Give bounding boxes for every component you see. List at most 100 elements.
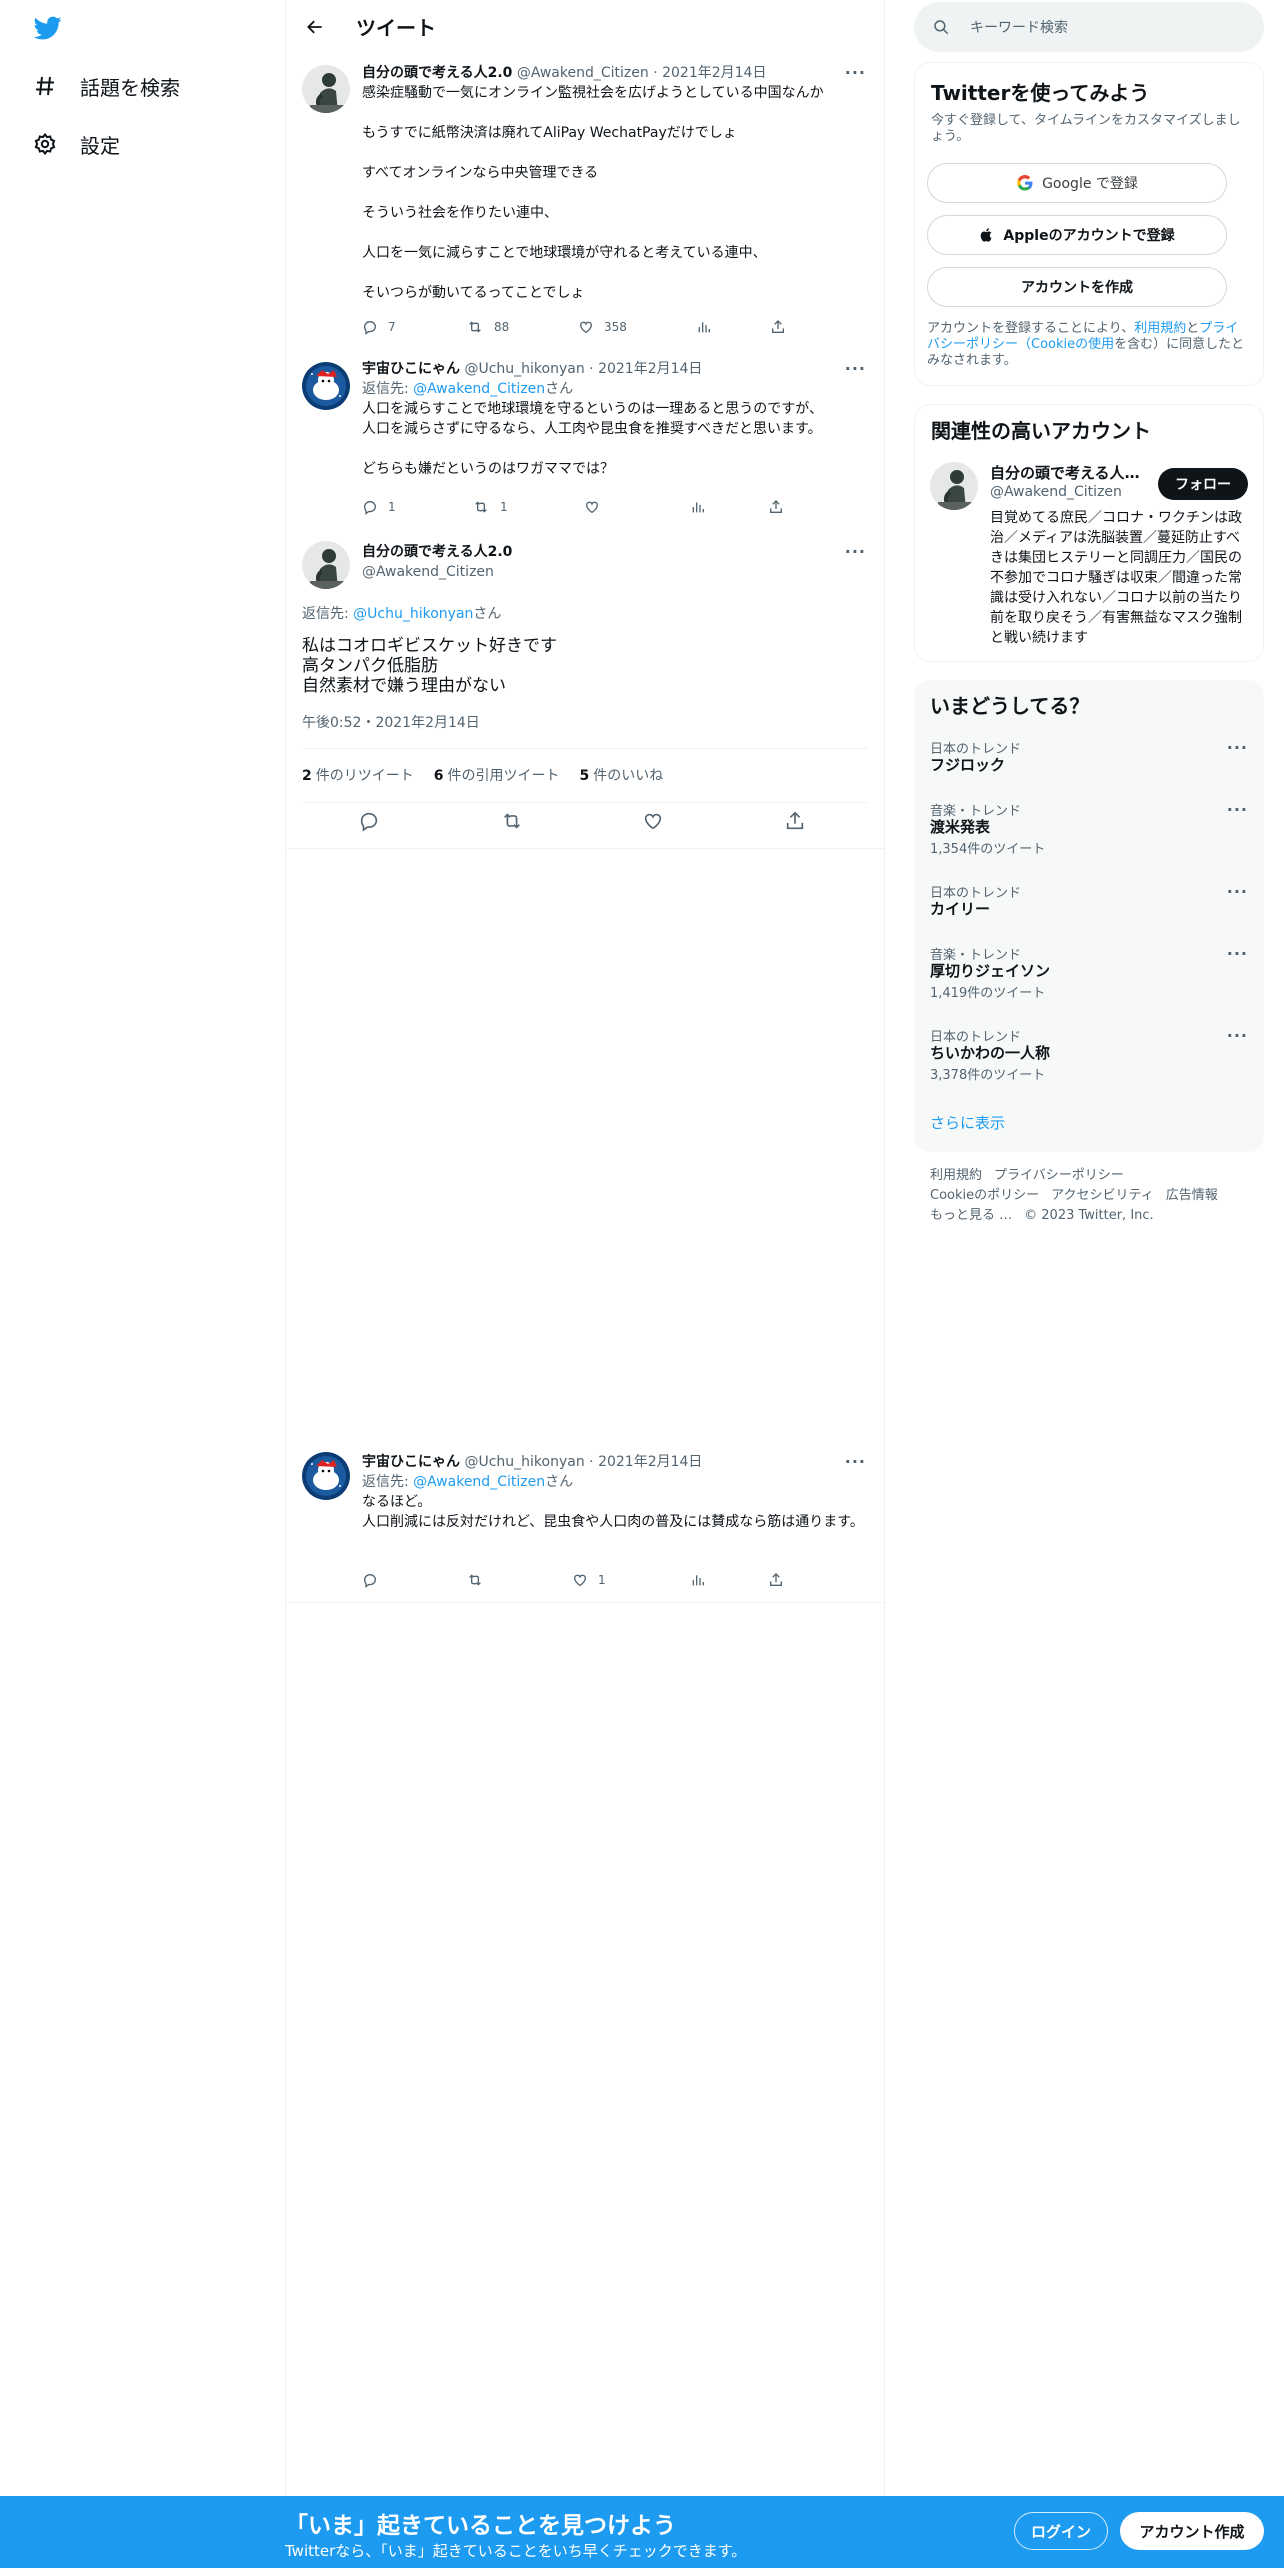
footer-terms[interactable]: 利用規約 (930, 1168, 982, 1183)
tweet-text: 人口を減らすことで地球環境を守るというのは一理あると思うのですが、 人口を減らさ… (362, 401, 824, 477)
retweet-count: 1 (500, 500, 508, 514)
user-handle[interactable]: @Awakend_Citizen (362, 562, 868, 582)
more-options-icon[interactable]: ··· (1227, 738, 1248, 757)
like-button[interactable]: 358 (578, 319, 627, 335)
footer-more[interactable]: もっと見る … (930, 1208, 1012, 1223)
user-handle[interactable]: @Uchu_hikonyan (464, 361, 584, 377)
follow-button[interactable]: フォロー (1158, 468, 1248, 500)
nav-settings[interactable]: 設定 (32, 124, 120, 164)
reply-button[interactable]: 7 (362, 319, 396, 335)
footer-accessibility[interactable]: アクセシビリティ (1051, 1188, 1154, 1203)
share-button[interactable] (770, 319, 796, 335)
share-button[interactable] (768, 1572, 794, 1588)
share-button[interactable] (768, 499, 794, 515)
footer-ads[interactable]: 広告情報 (1166, 1188, 1218, 1203)
tweet-content: 宇宙ひこにゃん @Uchu_hikonyan · 2021年2月14日 返信先:… (362, 1452, 868, 1532)
retweet-button[interactable] (466, 1572, 494, 1588)
tweet-stats: 2 件のリツイート 6 件の引用ツイート 5 件のいいね (302, 765, 683, 785)
retweet-button[interactable]: 88 (466, 319, 509, 335)
tweet-reply[interactable]: 宇宙ひこにゃん @Uchu_hikonyan · 2021年2月14日 返信先:… (286, 347, 884, 525)
avatar[interactable] (302, 541, 350, 589)
footer-cookies[interactable]: Cookieのポリシー (930, 1188, 1039, 1203)
reply-icon[interactable] (358, 810, 380, 836)
reply-icon (363, 320, 377, 335)
display-name[interactable]: 宇宙ひこにゃん (362, 1454, 460, 1470)
terms-link[interactable]: 利用規約 (1134, 321, 1186, 336)
more-options-icon[interactable]: ··· (1227, 800, 1248, 819)
tweet-date[interactable]: 2021年2月14日 (598, 361, 702, 377)
quote-stat[interactable]: 6 件の引用ツイート (434, 765, 560, 785)
retweet-icon[interactable] (500, 810, 524, 836)
tweet-header: 宇宙ひこにゃん @Uchu_hikonyan · 2021年2月14日 (362, 1454, 703, 1470)
tweet-content: 自分の頭で考える人2.0 @Awakend_Citizen · 2021年2月1… (362, 63, 868, 303)
google-signup-button[interactable]: Google で登録 (927, 163, 1227, 203)
gear-icon (32, 131, 58, 157)
tweet-text: 感染症騒動で一気にオンライン監視社会を広げようとしている中国なんか もうすでに紙… (362, 85, 824, 301)
reply-icon (363, 500, 377, 515)
apple-signup-button[interactable]: Appleのアカウントで登録 (927, 215, 1227, 255)
user-handle[interactable]: @Uchu_hikonyan (464, 1454, 584, 1470)
like-stat[interactable]: 5 件のいいね (580, 765, 664, 785)
create-account-button[interactable]: アカウントを作成 (927, 267, 1227, 307)
tweet-date[interactable]: 2021年2月14日 (598, 1454, 702, 1470)
avatar[interactable] (302, 65, 350, 113)
more-options-icon[interactable]: ··· (1227, 944, 1248, 963)
heart-icon (585, 501, 599, 514)
more-options-icon[interactable]: ··· (845, 1452, 866, 1471)
more-options-icon[interactable]: ··· (845, 542, 866, 561)
more-options-icon[interactable]: ··· (1227, 1026, 1248, 1045)
reply-button[interactable]: 1 (362, 499, 396, 515)
share-icon[interactable] (784, 810, 806, 836)
more-options-icon[interactable]: ··· (845, 63, 866, 82)
reply-button[interactable] (362, 1572, 388, 1588)
signup-card: Twitterを使ってみよう 今すぐ登録して、タイムラインをカスタマイズしましょ… (914, 62, 1264, 386)
avatar[interactable] (302, 1452, 350, 1500)
avatar[interactable] (930, 462, 978, 510)
nav-settings-label: 設定 (80, 133, 120, 158)
tweet-parent[interactable]: 自分の頭で考える人2.0 @Awakend_Citizen · 2021年2月1… (286, 53, 884, 347)
retweet-stat[interactable]: 2 件のリツイート (302, 765, 414, 785)
related-account-bio: 目覚めてる庶民／コロナ・ワクチンは政治／メディアは洗脳装置／蔓延防止すべきは集団… (990, 510, 1242, 646)
reply-to-line: 返信先: @Awakend_Citizenさん (362, 1474, 574, 1490)
like-button[interactable] (584, 499, 610, 515)
twitter-bird-icon[interactable] (32, 14, 64, 42)
back-arrow-icon[interactable] (298, 10, 332, 44)
signup-button[interactable]: アカウント作成 (1120, 2512, 1264, 2550)
footer-privacy[interactable]: プライバシーポリシー (994, 1168, 1124, 1183)
analytics-icon (698, 322, 710, 333)
login-button[interactable]: ログイン (1014, 2512, 1108, 2550)
nav-explore[interactable]: 話題を検索 (32, 66, 180, 106)
heart-icon (579, 321, 593, 334)
related-title: 関連性の高いアカウント (931, 419, 1151, 443)
avatar[interactable] (302, 362, 350, 410)
like-button[interactable]: 1 (572, 1572, 606, 1588)
search-box[interactable]: キーワード検索 (914, 2, 1264, 52)
display-name[interactable]: 自分の頭で考える人2.0 (362, 542, 868, 562)
more-options-icon[interactable]: ··· (845, 359, 866, 378)
reply-to-link[interactable]: @Uchu_hikonyan (353, 606, 473, 622)
like-count: 358 (604, 320, 627, 334)
user-handle[interactable]: @Awakend_Citizen (517, 65, 649, 81)
related-account-name[interactable]: 自分の頭で考える人2.0 (990, 462, 1140, 483)
tweet-reply[interactable]: 宇宙ひこにゃん @Uchu_hikonyan · 2021年2月14日 返信先:… (286, 1440, 884, 1602)
banner-subtitle: Twitterなら、「いま」起きていることをいち早くチェックできます。 (285, 2542, 747, 2560)
search-input[interactable]: キーワード検索 (970, 17, 1068, 37)
tweet-header: 宇宙ひこにゃん @Uchu_hikonyan · 2021年2月14日 (362, 361, 703, 377)
tweet-date[interactable]: 2021年2月14日 (662, 65, 766, 81)
analytics-button[interactable] (690, 1572, 716, 1588)
heart-icon[interactable] (642, 810, 664, 836)
banner-title: 「いま」起きていることを見つけよう (285, 2513, 676, 2539)
show-more-link[interactable]: さらに表示 (930, 1112, 1005, 1133)
reply-to-link[interactable]: @Awakend_Citizen (413, 381, 545, 397)
related-account-handle[interactable]: @Awakend_Citizen (990, 484, 1122, 500)
analytics-button[interactable] (696, 319, 722, 335)
retweet-button[interactable]: 1 (472, 499, 508, 515)
more-options-icon[interactable]: ··· (1227, 882, 1248, 901)
tweet-timestamp[interactable]: 午後0:52・2021年2月14日 (302, 712, 480, 732)
display-name[interactable]: 宇宙ひこにゃん (362, 361, 460, 377)
reply-to-link[interactable]: @Awakend_Citizen (413, 1474, 545, 1490)
google-icon (1017, 174, 1033, 191)
focused-author: 自分の頭で考える人2.0 @Awakend_Citizen (362, 542, 868, 582)
display-name[interactable]: 自分の頭で考える人2.0 (362, 65, 512, 81)
analytics-button[interactable] (690, 499, 716, 515)
